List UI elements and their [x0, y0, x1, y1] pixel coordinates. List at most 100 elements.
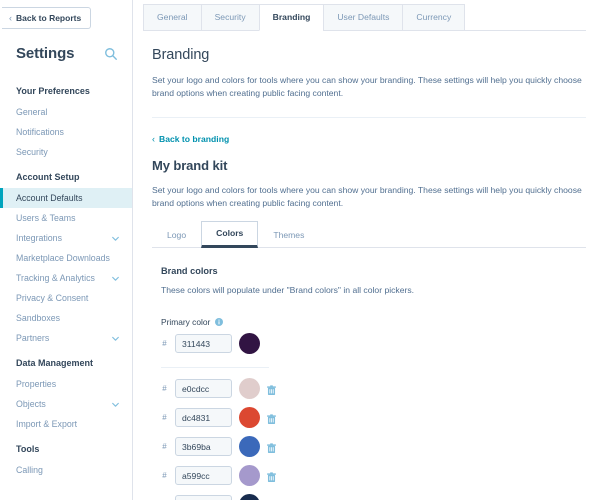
- tab-security[interactable]: Security: [200, 4, 260, 31]
- brand-kit-description: Set your logo and colors for tools where…: [152, 184, 582, 208]
- sidebar-item-import-export[interactable]: Import & Export: [0, 414, 132, 434]
- trash-icon[interactable]: [267, 412, 276, 425]
- sidebar-item-integrations[interactable]: Integrations: [0, 228, 132, 248]
- sidebar-item-marketplace-downloads[interactable]: Marketplace Downloads: [0, 248, 132, 268]
- sidebar-item-label: Import & Export: [16, 419, 78, 429]
- settings-title: Settings: [16, 45, 75, 62]
- subtab-themes[interactable]: Themes: [258, 223, 319, 248]
- brand-colors-description: These colors will populate under "Brand …: [161, 285, 415, 296]
- back-to-reports-button[interactable]: ‹ Back to Reports: [2, 7, 92, 29]
- sidebar-item-label: Notifications: [16, 127, 64, 137]
- sidebar-item-label: Security: [16, 147, 48, 157]
- sidebar-item-partners[interactable]: Partners: [0, 328, 132, 348]
- primary-color-swatch[interactable]: [239, 333, 260, 355]
- settings-tabbar: General Security Branding User Defaults Curr…: [143, 0, 586, 31]
- sidebar-item-objects[interactable]: Objects: [0, 394, 132, 414]
- sidebar-item-general[interactable]: General: [0, 102, 132, 122]
- brand-color-row: #: [161, 436, 586, 458]
- sidebar-item-label: Account Defaults: [16, 193, 83, 203]
- chevron-down-icon: [112, 276, 119, 281]
- hash-prefix: #: [162, 384, 167, 394]
- brand-color-row: #: [161, 407, 586, 429]
- hash-prefix: #: [162, 442, 167, 452]
- sidebar-item-users-teams[interactable]: Users & Teams: [0, 208, 132, 228]
- brand-color-input[interactable]: [175, 437, 232, 457]
- sidebar: ‹ Back to Reports Settings Your Preferen…: [0, 0, 133, 500]
- page-title: Branding: [152, 47, 210, 63]
- brand-color-input[interactable]: [175, 408, 232, 428]
- tab-general[interactable]: General: [143, 4, 202, 31]
- sidebar-item-account-defaults[interactable]: Account Defaults: [0, 188, 132, 208]
- sidebar-item-label: Calling: [16, 465, 43, 475]
- back-to-branding-label: Back to branding: [159, 133, 230, 144]
- chevron-down-icon: [112, 236, 119, 241]
- brand-colors-title: Brand colors: [161, 266, 218, 277]
- nav-group-title: Tools: [16, 444, 40, 454]
- sidebar-item-label: Properties: [16, 379, 57, 389]
- sidebar-item-label: Marketplace Downloads: [16, 253, 110, 263]
- nav-group-title: Your Preferences: [16, 86, 90, 96]
- trash-icon[interactable]: [267, 383, 276, 396]
- sidebar-item-privacy-consent[interactable]: Privacy & Consent: [0, 288, 132, 308]
- brand-color-swatch[interactable]: [239, 465, 260, 487]
- tab-user-defaults[interactable]: User Defaults: [323, 4, 404, 31]
- tab-currency[interactable]: Currency: [402, 4, 466, 31]
- sidebar-item-label: Sandboxes: [16, 313, 61, 323]
- sidebar-item-tracking-analytics[interactable]: Tracking & Analytics: [0, 268, 132, 288]
- brand-colors-list: #######: [152, 378, 586, 500]
- branding-content: Branding Set your logo and colors for to…: [143, 31, 600, 500]
- main-content: General Security Branding User Defaults Curr…: [133, 0, 600, 500]
- chevron-down-icon: [112, 336, 119, 341]
- nav-group-title: Data Management: [16, 358, 94, 368]
- subtab-logo[interactable]: Logo: [152, 223, 201, 248]
- search-icon[interactable]: [104, 47, 118, 61]
- sidebar-item-label: Privacy & Consent: [16, 293, 89, 303]
- primary-color-label: Primary color: [161, 317, 586, 327]
- settings-page: ‹ Back to Reports Settings Your Preferen…: [0, 0, 600, 500]
- back-to-reports-label: Back to Reports: [16, 13, 82, 23]
- brand-kit-subtabs: Logo Colors Themes: [152, 220, 586, 249]
- sidebar-item-label: Objects: [16, 399, 46, 409]
- hash-prefix: #: [162, 339, 167, 349]
- brand-kit-title: My brand kit: [152, 157, 228, 173]
- sidebar-item-sandboxes[interactable]: Sandboxes: [0, 308, 132, 328]
- chevron-left-icon: ‹: [9, 12, 12, 23]
- hash-prefix: #: [162, 413, 167, 423]
- brand-color-row: #: [161, 465, 586, 487]
- nav-group-title: Account Setup: [16, 172, 80, 182]
- subtab-colors[interactable]: Colors: [201, 221, 259, 249]
- sidebar-item-label: General: [16, 107, 48, 117]
- sidebar-item-notifications[interactable]: Notifications: [0, 122, 132, 142]
- sidebar-item-label: Users & Teams: [16, 213, 76, 223]
- sidebar-item-label: Partners: [16, 333, 50, 343]
- brand-color-swatch[interactable]: [239, 407, 260, 429]
- branding-description: Set your logo and colors for tools where…: [152, 75, 582, 99]
- brand-color-swatch[interactable]: [239, 494, 260, 500]
- brand-color-row: #: [161, 494, 586, 500]
- trash-icon[interactable]: [267, 470, 276, 483]
- divider: [152, 116, 586, 118]
- sidebar-nav: Your Preferences General Notifications Secu…: [0, 66, 132, 480]
- tab-branding[interactable]: Branding: [258, 4, 325, 31]
- sidebar-item-label: Tracking & Analytics: [16, 273, 95, 283]
- divider: [161, 367, 269, 369]
- sidebar-header: Settings: [0, 29, 132, 66]
- brand-color-row: #: [161, 378, 586, 400]
- info-icon[interactable]: [215, 318, 224, 327]
- brand-color-swatch[interactable]: [239, 378, 260, 400]
- back-to-branding-link[interactable]: ‹ Back to branding: [152, 134, 229, 144]
- hash-prefix: #: [162, 471, 167, 481]
- chevron-down-icon: [112, 402, 119, 407]
- sidebar-item-properties[interactable]: Properties: [0, 374, 132, 394]
- sidebar-item-label: Integrations: [16, 233, 62, 243]
- sidebar-item-calling[interactable]: Calling: [0, 460, 132, 480]
- brand-color-swatch[interactable]: [239, 436, 260, 458]
- chevron-left-icon: ‹: [152, 133, 155, 144]
- brand-color-input[interactable]: [175, 466, 232, 486]
- sidebar-item-security[interactable]: Security: [0, 142, 132, 162]
- primary-color-input[interactable]: [175, 334, 232, 354]
- brand-color-input[interactable]: [175, 495, 232, 500]
- brand-color-input[interactable]: [175, 379, 232, 399]
- primary-color-label-text: Primary color: [161, 317, 211, 328]
- trash-icon[interactable]: [267, 441, 276, 454]
